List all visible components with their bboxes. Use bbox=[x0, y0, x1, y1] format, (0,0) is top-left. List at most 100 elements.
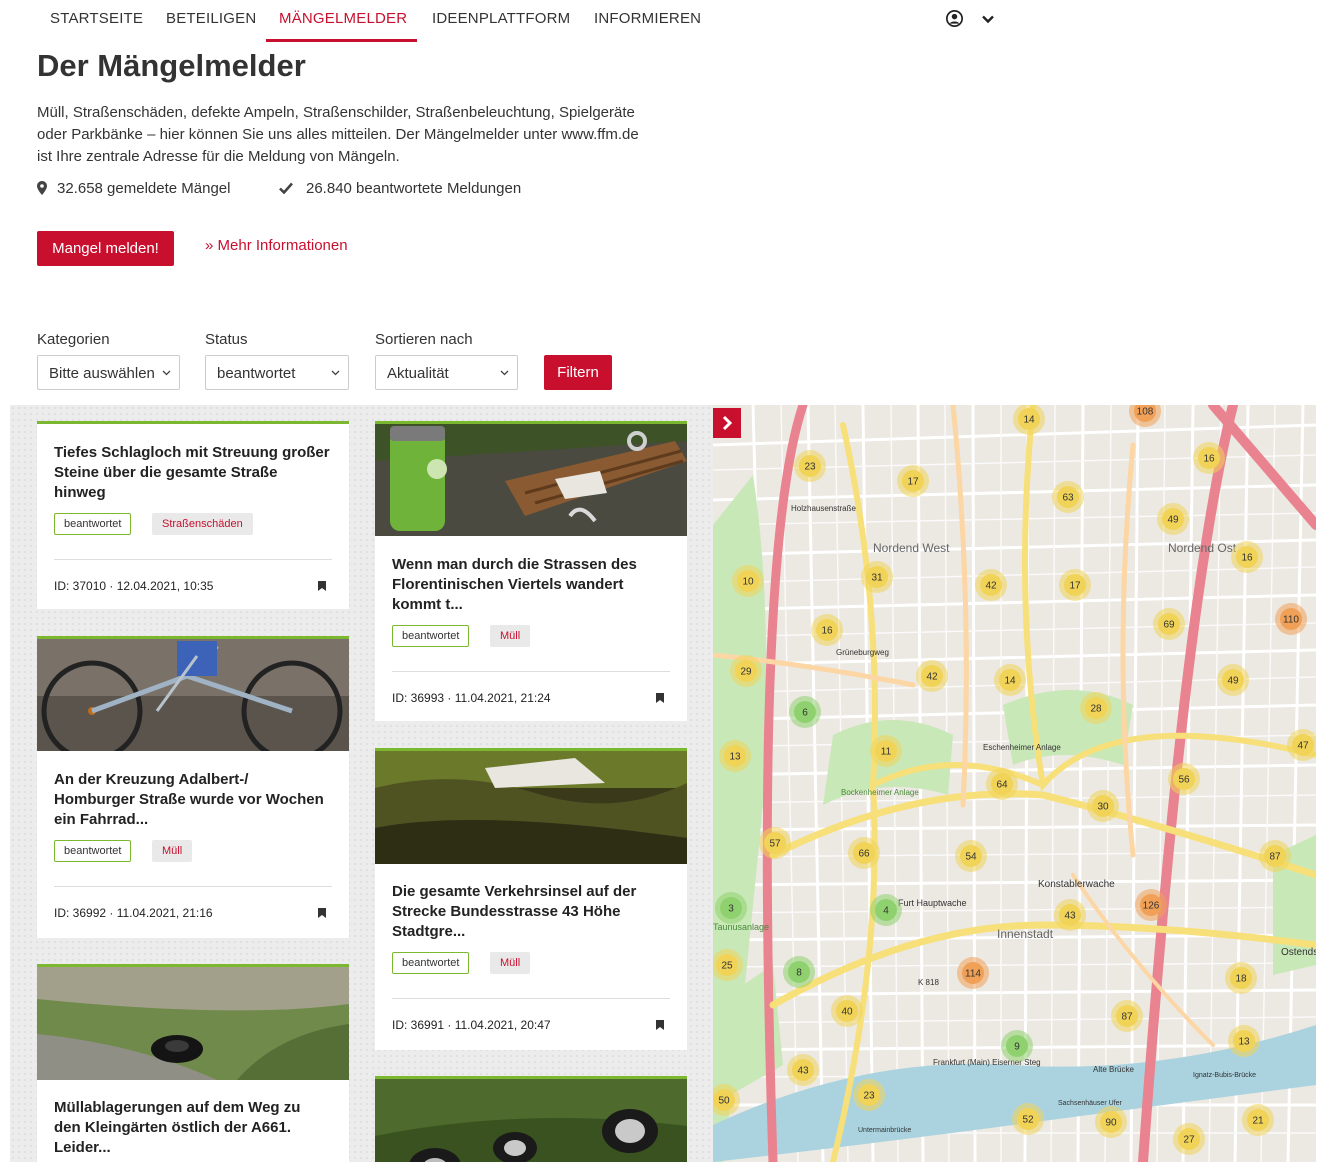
map-label: Eschenheimer Anlage bbox=[983, 743, 1061, 752]
cluster-marker[interactable]: 64 bbox=[986, 768, 1018, 800]
map-view[interactable]: Nordend West Nordend Ost Innenstadt Kons… bbox=[713, 405, 1316, 1162]
cluster-marker[interactable]: 57 bbox=[759, 827, 791, 859]
report-card[interactable]: An der Kreuzung Adalbert-/ Homburger Str… bbox=[37, 636, 349, 938]
cluster-marker[interactable]: 63 bbox=[1052, 481, 1084, 513]
cluster-marker[interactable]: 3 bbox=[715, 892, 747, 924]
cluster-count: 13 bbox=[729, 752, 741, 763]
cluster-marker[interactable]: 69 bbox=[1153, 608, 1185, 640]
bookmark-icon[interactable] bbox=[318, 908, 326, 918]
cluster-marker[interactable]: 23 bbox=[853, 1079, 885, 1111]
status-badge: beantwortet bbox=[54, 840, 132, 862]
cluster-marker[interactable]: 54 bbox=[955, 840, 987, 872]
cluster-marker[interactable]: 28 bbox=[1080, 692, 1112, 724]
user-account-icon[interactable] bbox=[946, 10, 963, 27]
nav-item-maengelmelder[interactable]: MÄNGELMELDER bbox=[279, 10, 407, 27]
cluster-marker[interactable]: 29 bbox=[730, 655, 762, 687]
map-label: Holzhausenstraße bbox=[791, 504, 856, 513]
cluster-marker[interactable]: 87 bbox=[1111, 1000, 1143, 1032]
cluster-marker[interactable]: 114 bbox=[957, 957, 989, 989]
cluster-marker[interactable]: 16 bbox=[811, 614, 843, 646]
cluster-marker[interactable]: 56 bbox=[1168, 763, 1200, 795]
cluster-marker[interactable]: 87 bbox=[1259, 840, 1291, 872]
map-toggle-button[interactable] bbox=[713, 408, 741, 438]
bookmark-icon[interactable] bbox=[318, 581, 326, 591]
cluster-marker[interactable]: 23 bbox=[794, 450, 826, 482]
chevron-down-icon bbox=[500, 370, 509, 376]
cluster-marker[interactable]: 43 bbox=[1054, 899, 1086, 931]
cluster-marker[interactable]: 49 bbox=[1157, 503, 1189, 535]
cluster-marker[interactable]: 6 bbox=[789, 696, 821, 728]
map-label: Furt Hauptwache bbox=[898, 898, 967, 908]
card-meta: ID: 36993 · 11.04.2021, 21:24 bbox=[392, 691, 551, 705]
cluster-marker[interactable]: 66 bbox=[848, 837, 880, 869]
cluster-marker[interactable]: 49 bbox=[1217, 664, 1249, 696]
sort-select[interactable]: Aktualität bbox=[375, 355, 518, 390]
cluster-marker[interactable]: 18 bbox=[1225, 962, 1257, 994]
cluster-marker[interactable]: 31 bbox=[861, 561, 893, 593]
cluster-marker[interactable]: 16 bbox=[1193, 442, 1225, 474]
report-defect-button[interactable]: Mangel melden! bbox=[37, 231, 174, 266]
cluster-marker[interactable]: 27 bbox=[1173, 1123, 1205, 1155]
cluster-count: 31 bbox=[871, 573, 883, 584]
report-card[interactable]: Wenn man durch die Strassen des Florenti… bbox=[375, 421, 687, 721]
cluster-marker[interactable]: 21 bbox=[1242, 1104, 1274, 1136]
bookmark-icon[interactable] bbox=[656, 1020, 664, 1030]
cluster-marker[interactable]: 42 bbox=[916, 660, 948, 692]
category-badge: Straßenschäden bbox=[152, 513, 253, 535]
cluster-marker[interactable]: 40 bbox=[831, 995, 863, 1027]
cluster-marker[interactable]: 30 bbox=[1087, 790, 1119, 822]
category-select[interactable]: Bitte auswählen bbox=[37, 355, 180, 390]
cluster-marker[interactable]: 14 bbox=[994, 664, 1026, 696]
map-label: Nordend Ost bbox=[1168, 541, 1237, 555]
report-card[interactable]: Die gesamte Verkehrsinsel auf der Streck… bbox=[375, 748, 687, 1050]
cluster-marker[interactable]: 13 bbox=[719, 740, 751, 772]
status-badge: beantwortet bbox=[392, 952, 470, 974]
cluster-marker[interactable]: 17 bbox=[897, 465, 929, 497]
cluster-count: 11 bbox=[881, 747, 892, 758]
nav-item-informieren[interactable]: INFORMIEREN bbox=[594, 10, 701, 27]
map-label: Bockenheimer Anlage bbox=[841, 788, 919, 797]
cluster-marker[interactable]: 110 bbox=[1275, 603, 1307, 635]
card-meta: ID: 36992 · 11.04.2021, 21:16 bbox=[54, 906, 213, 920]
cluster-marker[interactable]: 16 bbox=[1231, 541, 1263, 573]
report-card[interactable]: Tiefes Schlagloch mit Streuung großer St… bbox=[37, 421, 349, 609]
cluster-marker[interactable]: 9 bbox=[1001, 1030, 1033, 1062]
cluster-marker[interactable]: 42 bbox=[975, 569, 1007, 601]
cluster-count: 16 bbox=[1203, 454, 1215, 465]
cluster-marker[interactable]: 11 bbox=[870, 735, 902, 767]
cluster-marker[interactable]: 52 bbox=[1012, 1103, 1044, 1135]
nav-item-ideenplattform[interactable]: IDEENPLATTFORM bbox=[432, 10, 570, 27]
cluster-count: 13 bbox=[1238, 1037, 1250, 1048]
chevron-down-icon[interactable] bbox=[980, 11, 996, 27]
cluster-count: 87 bbox=[1121, 1012, 1133, 1023]
report-card[interactable] bbox=[375, 1076, 687, 1162]
cluster-count: 9 bbox=[1014, 1042, 1020, 1053]
cluster-count: 25 bbox=[721, 961, 733, 972]
nav-item-beteiligen[interactable]: BETEILIGEN bbox=[166, 10, 256, 27]
more-information-link[interactable]: » Mehr Informationen bbox=[205, 237, 348, 254]
answered-count: 26.840 beantwortete Meldungen bbox=[306, 180, 522, 197]
cluster-marker[interactable]: 10 bbox=[732, 565, 764, 597]
card-divider bbox=[392, 671, 670, 672]
filter-button[interactable]: Filtern bbox=[544, 355, 612, 390]
cluster-marker[interactable]: 17 bbox=[1059, 569, 1091, 601]
cluster-count: 47 bbox=[1297, 741, 1309, 752]
card-title: Die gesamte Verkehrsinsel auf der Streck… bbox=[392, 883, 637, 940]
cluster-marker[interactable]: 8 bbox=[783, 956, 815, 988]
cluster-count: 27 bbox=[1183, 1135, 1195, 1146]
cluster-count: 42 bbox=[985, 581, 997, 592]
map-canvas[interactable]: Nordend West Nordend Ost Innenstadt Kons… bbox=[713, 405, 1316, 1162]
cluster-marker[interactable]: 13 bbox=[1228, 1025, 1260, 1057]
cluster-count: 87 bbox=[1269, 852, 1281, 863]
cluster-count: 63 bbox=[1062, 493, 1074, 504]
cluster-marker[interactable]: 43 bbox=[787, 1054, 819, 1086]
cluster-marker[interactable]: 90 bbox=[1095, 1106, 1127, 1138]
page-title: Der Mängelmelder bbox=[37, 48, 306, 83]
cluster-marker[interactable]: 4 bbox=[870, 894, 902, 926]
results-list: Tiefes Schlagloch mit Streuung großer St… bbox=[10, 405, 713, 1162]
nav-item-startseite[interactable]: STARTSEITE bbox=[50, 10, 143, 27]
cluster-marker[interactable]: 126 bbox=[1135, 889, 1167, 921]
report-card[interactable]: Müllablagerungen auf dem Weg zu den Klei… bbox=[37, 964, 349, 1162]
bookmark-icon[interactable] bbox=[656, 693, 664, 703]
status-select[interactable]: beantwortet bbox=[205, 355, 349, 390]
